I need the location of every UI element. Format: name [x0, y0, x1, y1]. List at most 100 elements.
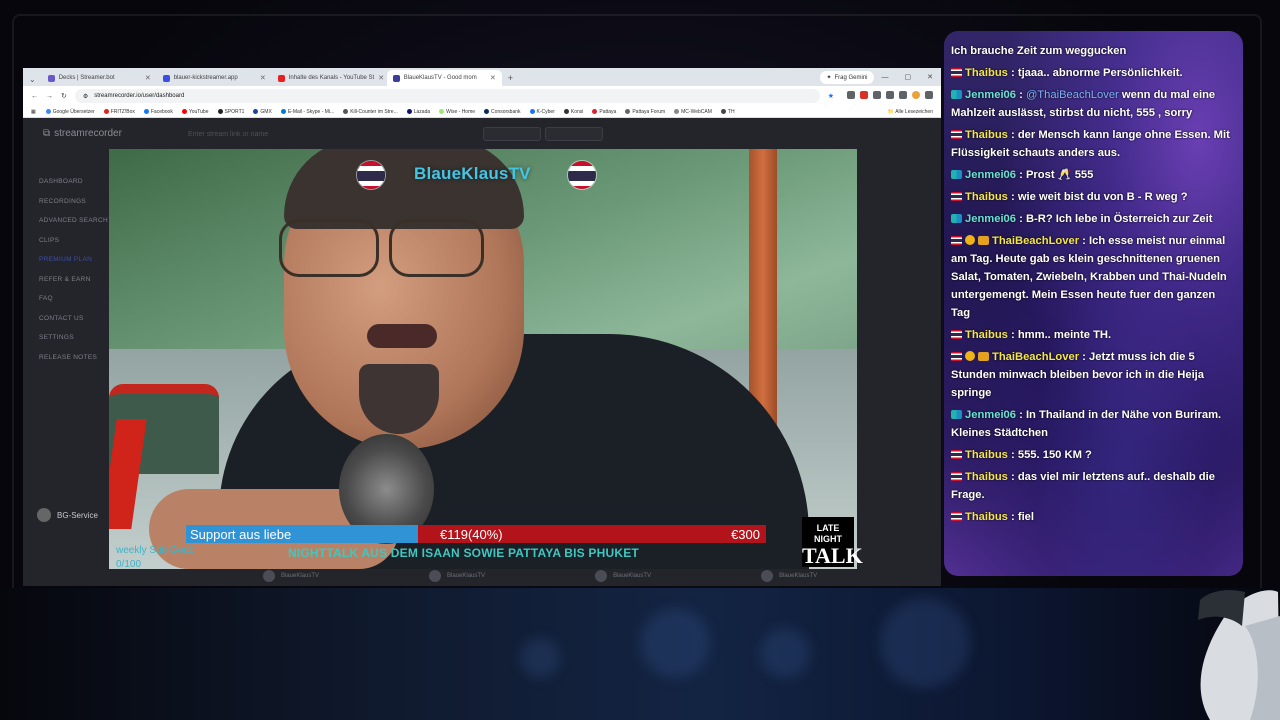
bookmark-link[interactable]: SPORT1 — [217, 109, 244, 115]
chat-text: hmm.. meinte TH. — [1017, 329, 1112, 341]
goal-label: Support aus liebe — [190, 526, 292, 542]
sidebar-item[interactable]: DASHBOARD — [39, 178, 108, 198]
gemini-icon: ✦ — [826, 75, 832, 81]
browser-tab[interactable]: Decks | Streamer.bot ✕ — [42, 70, 157, 86]
chat-message: Thaibus : hmm.. meinte TH. — [951, 326, 1233, 344]
chat-username[interactable]: Thaibus — [965, 129, 1008, 141]
close-tab-icon[interactable]: ✕ — [145, 74, 151, 82]
chat-username[interactable]: Thaibus — [965, 329, 1008, 341]
chat-username[interactable]: Thaibus — [965, 471, 1008, 483]
browser-tab[interactable]: blauer-kickstreamer.app ✕ — [157, 70, 272, 86]
sidebar-item[interactable]: RELEASE NOTES — [39, 354, 108, 374]
bookmark-link[interactable]: FRITZ!Box — [103, 109, 135, 115]
bookmark-link[interactable]: Google Übersetzer — [45, 109, 95, 115]
recording-card[interactable]: BlaueKlausTV — [263, 570, 319, 582]
thai-flag-badge-icon — [951, 68, 962, 77]
chat-username[interactable]: Jenmei06 — [965, 89, 1016, 101]
close-tab-icon[interactable]: ✕ — [490, 74, 496, 82]
sidebar-item[interactable]: CLIPS — [39, 237, 108, 257]
chat-username[interactable]: ThaiBeachLover — [992, 235, 1079, 247]
app-store-badge[interactable] — [545, 127, 603, 141]
chat-username[interactable]: Thaibus — [965, 449, 1008, 461]
sidebar-item[interactable]: REFER & EARN — [39, 276, 108, 296]
thai-flag-icon — [356, 160, 386, 190]
new-tab-button[interactable]: + — [502, 70, 519, 86]
maximize-button[interactable]: ▢ — [897, 70, 920, 86]
sidebar-item[interactable]: CONTACT US — [39, 315, 108, 335]
recording-card[interactable]: BlaueKlausTV — [761, 570, 817, 582]
chat-username[interactable]: Thaibus — [965, 191, 1008, 203]
tab-search-icon[interactable]: ⌄ — [29, 75, 42, 86]
bookmark-favicon-icon — [181, 109, 187, 114]
stream-background: ⌄ Decks | Streamer.bot ✕ blauer-kickstream… — [0, 0, 1280, 720]
url-text: streamrecorder.io/user/dashboard — [94, 93, 185, 99]
close-tab-icon[interactable]: ✕ — [260, 74, 266, 82]
chat-username[interactable]: Jenmei06 — [965, 213, 1016, 225]
chat-text: Prost 🥂 555 — [1025, 169, 1094, 181]
chat-username[interactable]: Jenmei06 — [965, 409, 1016, 421]
sidebar-item[interactable]: RECORDINGS — [39, 198, 108, 218]
gaming-chair-image — [1198, 590, 1280, 720]
thai-flag-badge-icon — [951, 472, 962, 481]
bottom-decor-band — [0, 588, 1280, 720]
user-name: BG-Service — [57, 510, 98, 520]
coin-badge-icon — [965, 351, 975, 361]
user-account[interactable]: BG-Service — [37, 508, 98, 522]
sidebar-item[interactable]: ADVANCED SEARCH — [39, 217, 108, 237]
all-bookmarks-link[interactable]: 📁 Alle Lesezeichen — [888, 109, 933, 115]
forward-icon[interactable]: → — [46, 93, 53, 100]
bookmark-link[interactable]: K-Cyber — [529, 109, 555, 115]
bookmark-favicon-icon — [625, 109, 631, 114]
sub-goal: weekly Sub Goal: 0/100 — [116, 545, 194, 570]
bookmark-link[interactable]: MC-WebCAM — [674, 109, 712, 115]
site-info-icon[interactable]: ⚙ — [83, 93, 88, 100]
bookmark-favicon-icon — [592, 109, 598, 114]
chat-username[interactable]: ThaiBeachLover — [992, 351, 1079, 363]
thai-flag-badge-icon — [951, 330, 962, 339]
chat-username[interactable]: Jenmei06 — [965, 169, 1016, 181]
back-icon[interactable]: ← — [31, 93, 38, 100]
streamrecorder-logo[interactable]: ⧉ streamrecorder — [43, 128, 122, 139]
chat-username[interactable]: Thaibus — [965, 67, 1008, 79]
chat-message: Jenmei06 : B-R? Ich lebe in Österreich z… — [951, 210, 1233, 228]
channel-avatar — [761, 570, 774, 582]
sidebar-item[interactable]: PREMIUM PLAN — [39, 256, 108, 276]
recording-card[interactable]: BlaueKlausTV — [429, 570, 485, 582]
bookmark-link[interactable]: TH — [720, 109, 735, 115]
star-bookmark-icon[interactable]: ★ — [828, 92, 834, 100]
sidebar-item[interactable]: FAQ — [39, 295, 108, 315]
chat-panel: Ich brauche Zeit zum weggucken Thaibus : … — [944, 31, 1243, 576]
browser-tab[interactable]: BlaueKlausTV - Good mom ✕ — [386, 70, 502, 86]
bookmark-link[interactable]: Pattaya — [592, 109, 616, 115]
address-bar[interactable]: ⚙ streamrecorder.io/user/dashboard — [74, 89, 820, 103]
recording-card[interactable]: BlaueKlausTV — [595, 570, 651, 582]
bookmark-link[interactable]: Lazada — [406, 109, 430, 115]
stream-search-input[interactable]: Enter stream link or name — [188, 131, 268, 138]
bookmark-link[interactable]: Konsi — [563, 109, 583, 115]
close-window-button[interactable]: ✕ — [919, 70, 941, 86]
apps-grid-icon[interactable]: ▦ — [31, 109, 36, 115]
bookmark-link[interactable]: Pattaya Forum — [625, 109, 665, 115]
bookmark-link[interactable]: GMX — [253, 109, 272, 115]
chat-username[interactable]: Thaibus — [965, 511, 1008, 523]
extension-icons[interactable] — [842, 91, 933, 101]
gemini-label: Frag Gemini — [834, 74, 868, 81]
thai-flag-icon — [567, 160, 597, 190]
bookmark-link[interactable]: Wise - Home — [439, 109, 475, 115]
close-tab-icon[interactable]: ✕ — [378, 74, 384, 82]
bookmark-favicon-icon — [45, 109, 51, 114]
bookmark-link[interactable]: Consorsbank — [484, 109, 521, 115]
bookmark-favicon-icon — [563, 109, 569, 114]
reload-icon[interactable]: ↻ — [61, 92, 67, 100]
sidebar-item[interactable]: SETTINGS — [39, 334, 108, 354]
minimize-button[interactable]: — — [874, 70, 897, 86]
browser-tab[interactable]: Inhalte des Kanals - YouTube St ✕ — [272, 70, 387, 86]
bookmark-link[interactable]: YouTube — [181, 109, 209, 115]
bookmark-link[interactable]: Kill-Counter im Stre... — [343, 109, 398, 115]
chat-message: Thaibus : wie weit bist du von B - R weg… — [951, 188, 1233, 206]
gemini-button[interactable]: ✦ Frag Gemini — [820, 71, 874, 84]
bookmark-link[interactable]: E-Mail - Skype - Mi... — [280, 109, 334, 115]
bookmark-link[interactable]: Facebook — [143, 109, 173, 115]
austria-badge-icon — [951, 170, 962, 179]
google-play-badge[interactable] — [483, 127, 541, 141]
